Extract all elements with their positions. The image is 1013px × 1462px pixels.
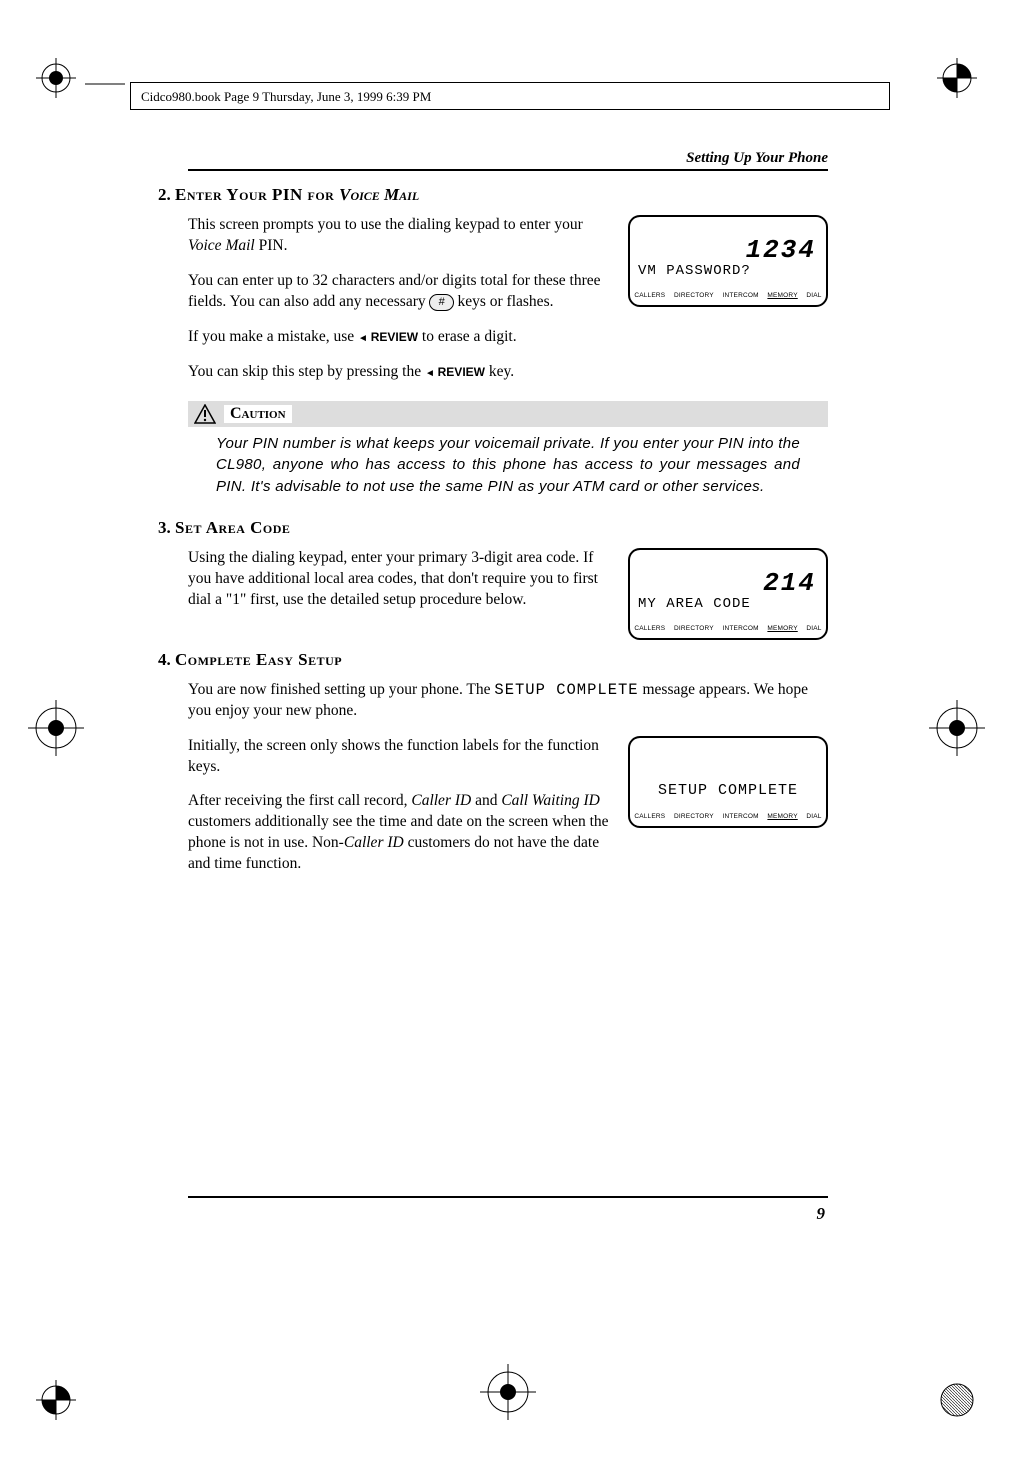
- section-4-title: 4. Complete Easy Setup: [158, 650, 828, 670]
- s2-p4: You can skip this step by pressing the R…: [188, 362, 828, 383]
- frame-text: Cidco980.book Page 9 Thursday, June 3, 1…: [141, 89, 431, 104]
- lcd-setup-complete: SETUP COMPLETE CALLERS DIRECTORY INTERCO…: [628, 736, 828, 828]
- page-content: Setting Up Your Phone 2. Enter Your PIN …: [188, 150, 828, 889]
- review-key-icon: REVIEW: [358, 329, 418, 346]
- review-key-icon-2: REVIEW: [425, 364, 485, 381]
- hash-key-icon: #: [429, 294, 453, 311]
- s2-p2: You can enter up to 32 characters and/or…: [188, 271, 610, 313]
- reg-mark-mr: [929, 700, 985, 756]
- caution-body: Your PIN number is what keeps your voice…: [216, 433, 800, 498]
- s3-p1: Using the dialing keypad, enter your pri…: [188, 548, 610, 611]
- caution-bar: Caution: [188, 401, 828, 427]
- s4-p1: You are now finished setting up your pho…: [188, 680, 828, 722]
- caution-label: Caution: [224, 405, 292, 423]
- lcd-area-code: 214 MY AREA CODE CALLERS DIRECTORY INTER…: [628, 548, 828, 640]
- section-3-title: 3. Set Area Code: [158, 518, 828, 538]
- reg-mark-tl: [36, 58, 76, 98]
- s2-p3: If you make a mistake, use REVIEW to era…: [188, 327, 828, 348]
- lcd1-big: 1234: [746, 235, 816, 265]
- s4-p3: After receiving the first call record, C…: [188, 791, 610, 875]
- s4-p2: Initially, the screen only shows the fun…: [188, 736, 610, 778]
- lcd1-line2: VM PASSWORD?: [638, 263, 751, 279]
- lcd1-softkeys: CALLERS DIRECTORY INTERCOM MEMORY DIAL: [630, 292, 826, 299]
- lcd2-line2: MY AREA CODE: [638, 596, 751, 612]
- section-2-num: 2.: [158, 185, 171, 204]
- reg-mark-tr: [937, 58, 977, 98]
- reg-mark-bl: [36, 1380, 76, 1420]
- reg-mark-bc: [480, 1364, 536, 1420]
- framemaker-info-box: Cidco980.book Page 9 Thursday, June 3, 1…: [130, 82, 890, 110]
- lcd-vm-password: 1234 VM PASSWORD? CALLERS DIRECTORY INTE…: [628, 215, 828, 307]
- lcd2-big: 214: [763, 568, 816, 598]
- section-2-title: 2. Enter Your PIN for Voice Mail: [158, 185, 828, 205]
- lcd3-line2: SETUP COMPLETE: [630, 782, 826, 799]
- reg-mark-ml: [28, 700, 84, 756]
- s2-p1: This screen prompts you to use the diali…: [188, 215, 610, 257]
- footer-rule: [188, 1196, 828, 1198]
- section-2-ital: Voice Mail: [339, 185, 419, 204]
- lcd2-softkeys: CALLERS DIRECTORY INTERCOM MEMORY DIAL: [630, 625, 826, 632]
- page-number: 9: [817, 1204, 826, 1224]
- crop-line-tl: [85, 78, 125, 90]
- running-head: Setting Up Your Phone: [188, 150, 828, 171]
- caution-triangle-icon: [194, 404, 216, 424]
- lcd3-softkeys: CALLERS DIRECTORY INTERCOM MEMORY DIAL: [630, 813, 826, 820]
- reg-mark-br: [937, 1380, 977, 1420]
- section-2-caps: Enter Your PIN for: [175, 185, 339, 204]
